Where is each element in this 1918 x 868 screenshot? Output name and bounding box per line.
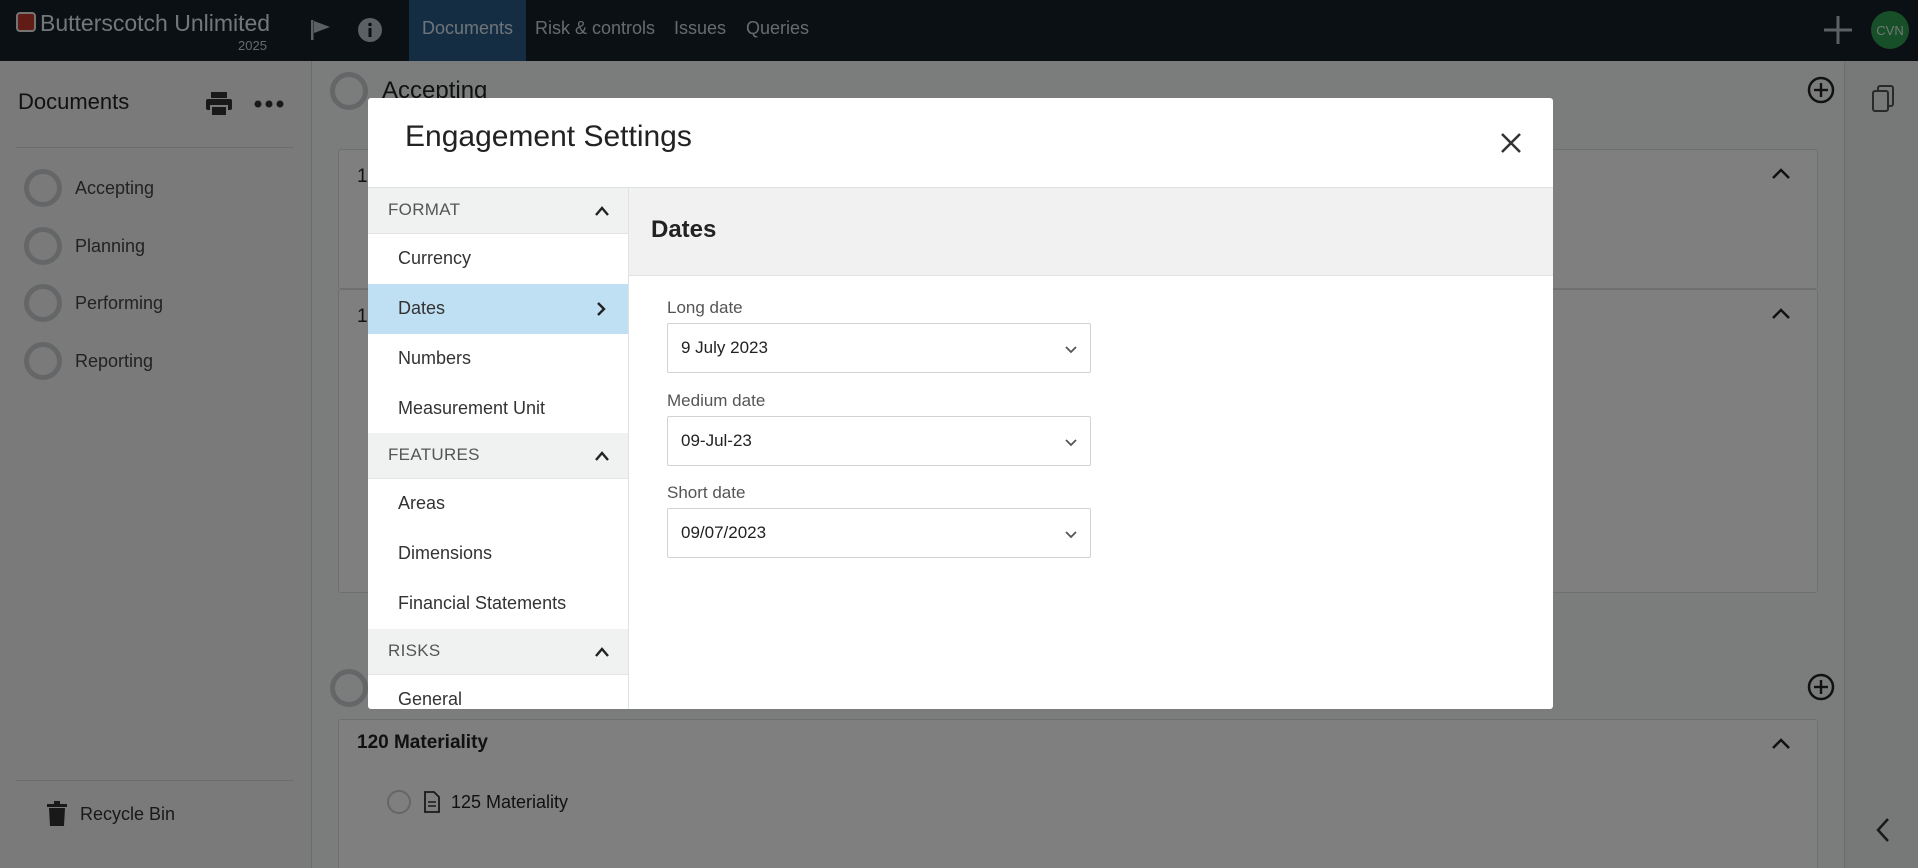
settings-item-label: Numbers — [398, 348, 472, 368]
medium-date-select[interactable]: 09-Jul-23 — [667, 416, 1091, 466]
short-date-select[interactable]: 09/07/2023 — [667, 508, 1091, 558]
group-risks[interactable]: RISKS — [368, 629, 628, 675]
settings-item-dates[interactable]: Dates — [368, 284, 628, 334]
group-label: FEATURES — [388, 445, 480, 464]
settings-item-label: Financial Statements — [398, 593, 567, 613]
chevron-down-icon — [1065, 346, 1077, 354]
medium-date-label: Medium date — [667, 391, 766, 410]
settings-item-label: Dates — [398, 298, 446, 318]
settings-item-financial-statements[interactable]: Financial Statements — [368, 579, 628, 629]
close-icon[interactable] — [1496, 128, 1526, 158]
long-date-value: 9 July 2023 — [681, 338, 768, 357]
settings-item-general[interactable]: General — [368, 675, 628, 709]
group-label: RISKS — [388, 641, 441, 660]
chevron-down-icon — [1065, 531, 1077, 539]
panel-title: Dates — [651, 216, 717, 243]
short-date-label: Short date — [667, 483, 746, 502]
chevron-down-icon — [1065, 439, 1077, 447]
settings-item-areas[interactable]: Areas — [368, 479, 628, 529]
settings-item-label: General — [398, 689, 463, 709]
group-format[interactable]: FORMAT — [368, 188, 628, 234]
settings-navigation: FORMAT Currency Dates Numbers Measuremen… — [368, 188, 629, 709]
settings-item-label: Dimensions — [398, 543, 493, 563]
panel-header: Dates — [629, 188, 1553, 276]
short-date-value: 09/07/2023 — [681, 523, 767, 542]
long-date-select[interactable]: 9 July 2023 — [667, 323, 1091, 373]
group-features[interactable]: FEATURES — [368, 433, 628, 479]
chevron-up-icon — [595, 206, 609, 216]
engagement-settings-dialog: Engagement Settings FORMAT Currency Date… — [368, 98, 1553, 709]
settings-item-label: Areas — [398, 493, 446, 513]
settings-item-label: Measurement Unit — [398, 398, 546, 418]
long-date-label: Long date — [667, 298, 743, 317]
chevron-up-icon — [595, 647, 609, 657]
chevron-up-icon — [595, 451, 609, 461]
settings-item-measurement-unit[interactable]: Measurement Unit — [368, 384, 628, 434]
settings-item-currency[interactable]: Currency — [368, 234, 628, 284]
medium-date-value: 09-Jul-23 — [681, 431, 752, 450]
settings-item-numbers[interactable]: Numbers — [368, 334, 628, 384]
chevron-right-icon — [597, 302, 606, 316]
settings-item-label: Currency — [398, 248, 472, 268]
group-label: FORMAT — [388, 200, 461, 219]
settings-item-dimensions[interactable]: Dimensions — [368, 529, 628, 579]
dialog-title: Engagement Settings — [405, 120, 692, 153]
